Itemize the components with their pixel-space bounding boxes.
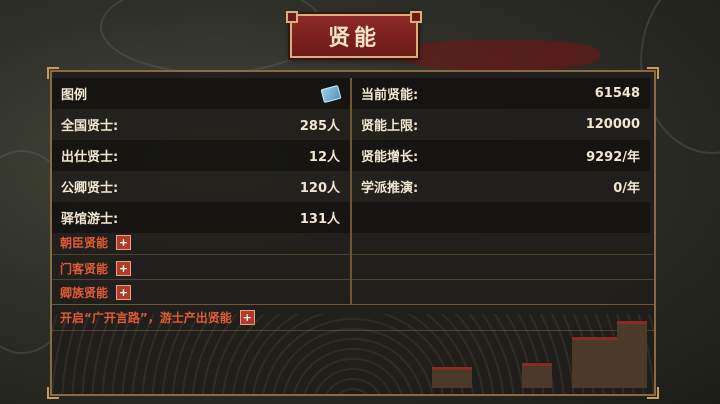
stats-table: 图例 全国贤士: 285人 出仕贤士: 12人 公卿贤士: 120人 驿馆游士:… bbox=[52, 78, 654, 304]
stat-label: 全国贤士: bbox=[61, 119, 119, 134]
stat-row-wandering-scholars: 驿馆游士: 131人 bbox=[52, 202, 350, 233]
stat-row-talent-cap: 贤能上限: 120000 bbox=[352, 109, 650, 140]
corner-ornament bbox=[47, 387, 59, 399]
pagoda-illustration bbox=[572, 337, 622, 388]
plus-icon[interactable]: + bbox=[116, 261, 132, 276]
stat-value: 12人 bbox=[308, 150, 340, 165]
bonus-label: 朝臣贤能 bbox=[60, 236, 109, 250]
corner-ornament bbox=[647, 387, 659, 399]
stat-row-total-scholars: 全国贤士: 285人 bbox=[52, 109, 350, 140]
stat-row-current-talent: 当前贤能: 61548 bbox=[352, 78, 650, 109]
legend-row[interactable]: 图例 bbox=[52, 78, 350, 109]
divider bbox=[52, 254, 654, 255]
stat-value: 0/年 bbox=[613, 181, 640, 196]
bonus-label: 开启“广开言路”，游士产出贤能 bbox=[60, 311, 232, 325]
scroll-icon[interactable] bbox=[320, 84, 342, 103]
stat-value: 131人 bbox=[299, 212, 340, 227]
divider bbox=[52, 330, 654, 331]
pagoda-illustration bbox=[617, 321, 647, 388]
stat-row-empty bbox=[352, 202, 650, 233]
stat-label: 学派推演: bbox=[361, 181, 419, 196]
stat-row-serving-scholars: 出仕贤士: 12人 bbox=[52, 140, 350, 171]
bonus-row-retainers: 门客贤能 + bbox=[60, 260, 132, 277]
bonus-row-noble-clans: 卿族贤能 + bbox=[60, 284, 132, 301]
wave-decoration bbox=[52, 314, 654, 394]
pavilion-illustration bbox=[432, 367, 472, 388]
stat-value: 120000 bbox=[585, 117, 640, 132]
bonus-label: 卿族贤能 bbox=[60, 286, 109, 300]
stat-value: 9292/年 bbox=[586, 150, 640, 165]
stat-row-talent-growth: 贤能增长: 9292/年 bbox=[352, 140, 650, 171]
plus-icon[interactable]: + bbox=[116, 235, 132, 250]
stat-label: 当前贤能: bbox=[361, 88, 419, 103]
stat-label: 贤能上限: bbox=[361, 119, 419, 134]
stats-right-column: 当前贤能: 61548 贤能上限: 120000 贤能增长: 9292/年 学派… bbox=[350, 78, 650, 304]
stat-value: 61548 bbox=[594, 86, 640, 101]
stat-label: 公卿贤士: bbox=[61, 181, 119, 196]
pavilion-illustration bbox=[522, 363, 552, 388]
stat-row-school-deduction: 学派推演: 0/年 bbox=[352, 171, 650, 202]
stat-value: 120人 bbox=[299, 181, 340, 196]
talent-panel: 图例 全国贤士: 285人 出仕贤士: 12人 公卿贤士: 120人 驿馆游士:… bbox=[47, 67, 659, 399]
legend-label: 图例 bbox=[61, 88, 88, 103]
bonus-row-court-officials: 朝臣贤能 + bbox=[60, 234, 132, 251]
divider bbox=[52, 279, 654, 280]
stat-label: 驿馆游士: bbox=[61, 212, 119, 227]
stat-row-noble-scholars: 公卿贤士: 120人 bbox=[52, 171, 350, 202]
stat-label: 出仕贤士: bbox=[61, 150, 119, 165]
bonus-row-open-speech: 开启“广开言路”，游士产出贤能 + bbox=[60, 309, 255, 326]
divider bbox=[52, 304, 654, 305]
plus-icon[interactable]: + bbox=[239, 310, 255, 325]
page-title: 贤能 bbox=[286, 11, 422, 58]
bonus-label: 门客贤能 bbox=[60, 262, 109, 276]
stat-label: 贤能增长: bbox=[361, 150, 419, 165]
plus-icon[interactable]: + bbox=[116, 285, 132, 300]
stat-value: 285人 bbox=[299, 119, 340, 134]
